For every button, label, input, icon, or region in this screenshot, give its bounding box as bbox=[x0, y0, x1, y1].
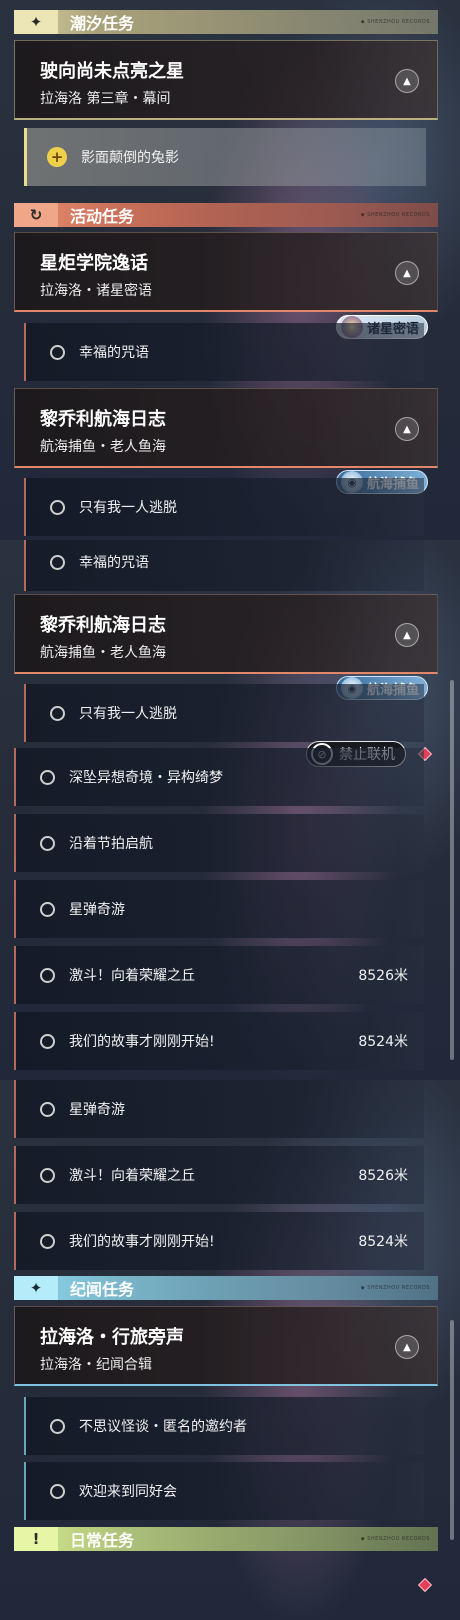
task-distance: 8524米 bbox=[358, 1234, 408, 1250]
task-row[interactable]: 深坠异想奇境・异构绮梦 bbox=[14, 748, 424, 806]
task-label: 我们的故事才刚刚开始! bbox=[69, 1034, 215, 1050]
task-row[interactable]: 星弹奇游 bbox=[14, 880, 424, 938]
task-row[interactable]: 只有我一人逃脱 bbox=[24, 478, 424, 536]
task-row[interactable]: 不思议怪谈・匿名的邀约者 bbox=[24, 1397, 424, 1455]
task-label: 我们的故事才刚刚开始! bbox=[69, 1234, 215, 1250]
quest-subtitle: 拉海洛・诸星密语 bbox=[40, 283, 152, 299]
unchecked-circle-icon bbox=[40, 835, 55, 851]
unchecked-circle-icon bbox=[40, 1233, 55, 1249]
quest-subtitle: 拉海洛 第三章・幕间 bbox=[40, 91, 171, 107]
header-decoration-text: ◆ SHENZHOU RECORDS bbox=[360, 19, 430, 25]
scrollbar-thumb[interactable] bbox=[450, 680, 454, 1060]
event-quest-category-header[interactable]: ↻ 活动任务 ◆ SHENZHOU RECORDS bbox=[14, 203, 438, 227]
task-row[interactable]: 幸福的咒语 bbox=[24, 540, 424, 591]
quest-card-event-1[interactable]: 星炬学院逸话 拉海洛・诸星密语 ▲ bbox=[14, 232, 438, 312]
collapse-toggle-icon[interactable]: ▲ bbox=[395, 69, 419, 93]
star-sparkle-icon: ✦ bbox=[14, 1276, 58, 1300]
unchecked-circle-icon bbox=[40, 1167, 55, 1183]
task-distance: 8526米 bbox=[358, 968, 408, 984]
tracked-task-row[interactable]: + 影面颠倒的兔影 bbox=[24, 128, 426, 186]
task-row[interactable]: 欢迎来到同好会 bbox=[24, 1462, 424, 1520]
quest-subtitle: 航海捕鱼・老人鱼海 bbox=[40, 645, 166, 661]
task-distance: 8526米 bbox=[358, 1168, 408, 1184]
quest-card-chronicle[interactable]: 拉海洛・行旅旁声 拉海洛・纪闻合辑 ▲ bbox=[14, 1306, 438, 1386]
quest-card-tide[interactable]: 驶向尚未点亮之星 拉海洛 第三章・幕间 ▲ bbox=[14, 40, 438, 120]
category-title: 纪闻任务 bbox=[70, 1280, 135, 1299]
unchecked-circle-icon bbox=[40, 967, 55, 983]
quest-title: 黎乔利航海日志 bbox=[40, 409, 166, 430]
star-sparkle-icon: ✦ bbox=[14, 10, 58, 34]
unchecked-circle-icon bbox=[40, 901, 55, 917]
unchecked-circle-icon bbox=[40, 1033, 55, 1049]
quest-title: 驶向尚未点亮之星 bbox=[40, 61, 184, 82]
exclamation-icon: ! bbox=[14, 1527, 58, 1551]
task-label: 只有我一人逃脱 bbox=[79, 706, 177, 722]
category-title: 活动任务 bbox=[70, 207, 135, 226]
task-row[interactable]: 激斗！向着荣耀之丘 8526米 bbox=[14, 946, 424, 1004]
category-title: 日常任务 bbox=[70, 1531, 135, 1550]
task-label: 深坠异想奇境・异构绮梦 bbox=[69, 770, 223, 786]
quest-title: 星炬学院逸话 bbox=[40, 253, 148, 274]
category-title: 潮汐任务 bbox=[70, 14, 135, 33]
task-label: 影面颠倒的兔影 bbox=[81, 150, 179, 166]
unchecked-circle-icon bbox=[50, 554, 65, 570]
header-decoration-text: ◆ SHENZHOU RECORDS bbox=[360, 1536, 430, 1542]
task-label: 幸福的咒语 bbox=[79, 555, 149, 571]
unchecked-circle-icon bbox=[50, 1483, 65, 1499]
task-row[interactable]: 星弹奇游 bbox=[14, 1080, 424, 1138]
quest-card-event-2[interactable]: 黎乔利航海日志 航海捕鱼・老人鱼海 ▲ bbox=[14, 388, 438, 468]
collapse-toggle-icon[interactable]: ▲ bbox=[395, 261, 419, 285]
unchecked-circle-icon bbox=[40, 769, 55, 785]
task-label: 激斗！向着荣耀之丘 bbox=[69, 968, 195, 984]
task-label: 幸福的咒语 bbox=[79, 345, 149, 361]
quest-panel-top: ✦ 潮汐任务 ◆ SHENZHOU RECORDS 驶向尚未点亮之星 拉海洛 第… bbox=[0, 0, 460, 540]
unchecked-circle-icon bbox=[50, 499, 65, 515]
task-label: 不思议怪谈・匿名的邀约者 bbox=[79, 1419, 247, 1435]
unchecked-circle-icon bbox=[50, 1418, 65, 1434]
task-row[interactable]: 我们的故事才刚刚开始! 8524米 bbox=[14, 1212, 424, 1270]
quest-title: 拉海洛・行旅旁声 bbox=[40, 1327, 184, 1348]
quest-subtitle: 航海捕鱼・老人鱼海 bbox=[40, 439, 166, 455]
alert-diamond-icon bbox=[417, 1577, 433, 1593]
unchecked-circle-icon bbox=[50, 344, 65, 360]
quest-card-event-2[interactable]: 黎乔利航海日志 航海捕鱼・老人鱼海 ▲ bbox=[14, 594, 438, 674]
task-row[interactable]: 沿着节拍启航 bbox=[14, 814, 424, 872]
task-row[interactable]: 幸福的咒语 bbox=[24, 323, 424, 381]
task-label: 欢迎来到同好会 bbox=[79, 1484, 177, 1500]
unchecked-circle-icon bbox=[50, 705, 65, 721]
collapse-toggle-icon[interactable]: ▲ bbox=[395, 417, 419, 441]
quest-subtitle: 拉海洛・纪闻合辑 bbox=[40, 1357, 152, 1373]
chronicle-quest-category-header[interactable]: ✦ 纪闻任务 ◆ SHENZHOU RECORDS bbox=[14, 1276, 438, 1300]
task-distance: 8524米 bbox=[358, 1034, 408, 1050]
task-row[interactable]: 激斗！向着荣耀之丘 8526米 bbox=[14, 1146, 424, 1204]
task-row[interactable]: 只有我一人逃脱 bbox=[24, 684, 424, 742]
scrollbar-thumb[interactable] bbox=[450, 1320, 454, 1540]
task-label: 激斗！向着荣耀之丘 bbox=[69, 1168, 195, 1184]
tracked-star-icon: + bbox=[47, 147, 67, 167]
header-decoration-text: ◆ SHENZHOU RECORDS bbox=[360, 1285, 430, 1291]
collapse-toggle-icon[interactable]: ▲ bbox=[395, 623, 419, 647]
quest-title: 黎乔利航海日志 bbox=[40, 615, 166, 636]
task-label: 星弹奇游 bbox=[69, 902, 125, 918]
collapse-toggle-icon[interactable]: ▲ bbox=[395, 1335, 419, 1359]
quest-panel-bottom: 星弹奇游 激斗！向着荣耀之丘 8526米 我们的故事才刚刚开始! 8524米 ✦… bbox=[0, 1080, 460, 1620]
task-row[interactable]: 我们的故事才刚刚开始! 8524米 bbox=[14, 1012, 424, 1070]
unchecked-circle-icon bbox=[40, 1101, 55, 1117]
refresh-icon: ↻ bbox=[14, 203, 58, 227]
header-decoration-text: ◆ SHENZHOU RECORDS bbox=[360, 212, 430, 218]
quest-panel-middle: 幸福的咒语 黎乔利航海日志 航海捕鱼・老人鱼海 ▲ ◉ 航海捕鱼 只有我一人逃脱… bbox=[0, 540, 460, 1080]
task-label: 只有我一人逃脱 bbox=[79, 500, 177, 516]
tide-quest-category-header[interactable]: ✦ 潮汐任务 ◆ SHENZHOU RECORDS bbox=[14, 10, 438, 34]
daily-quest-category-header[interactable]: ! 日常任务 ◆ SHENZHOU RECORDS bbox=[14, 1527, 438, 1551]
task-label: 沿着节拍启航 bbox=[69, 836, 153, 852]
task-label: 星弹奇游 bbox=[69, 1102, 125, 1118]
